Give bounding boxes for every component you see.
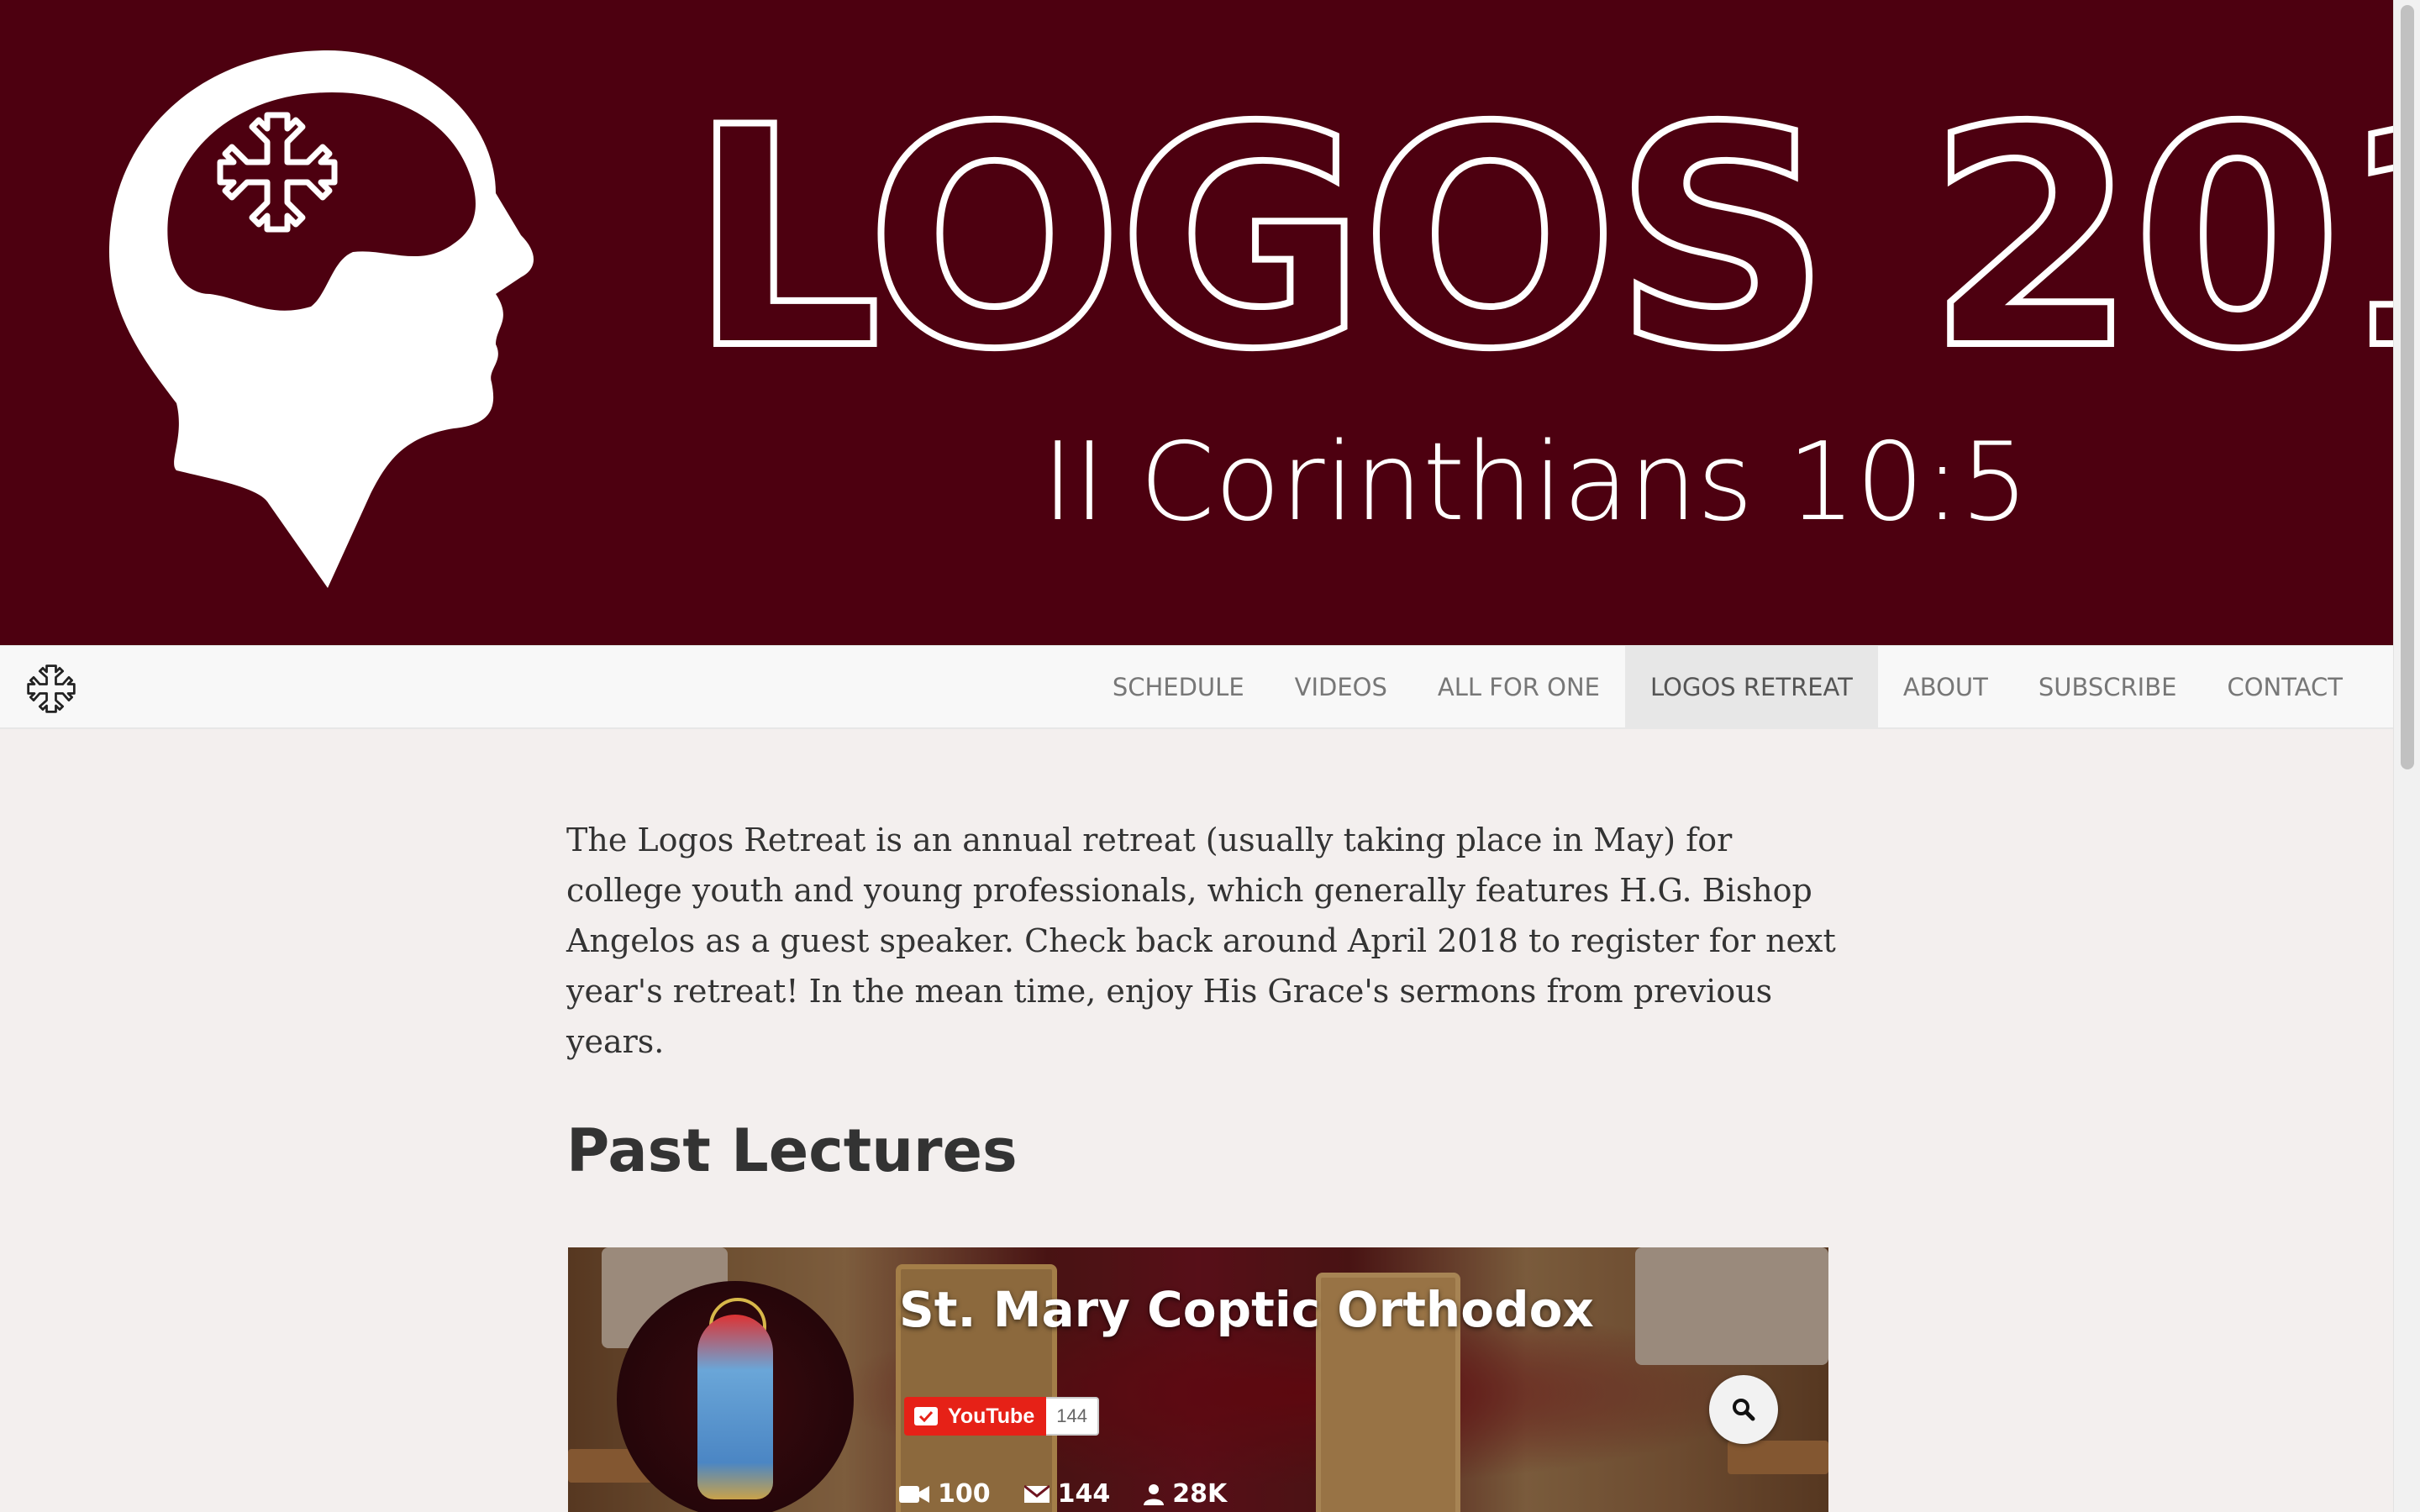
youtube-subscribe-button[interactable]: YouTube 144 [904,1397,1099,1436]
check-icon [914,1407,938,1425]
stat-subscribers: 144 [1023,1479,1111,1509]
stat-subscribers-count: 144 [1057,1479,1111,1509]
page-scrollbar[interactable] [2393,0,2420,1512]
envelope-icon [1023,1484,1050,1503]
nav-item-all-for-one[interactable]: ALL FOR ONE [1413,646,1625,728]
banner-title: LOGOS 2017 [686,63,2393,415]
nav-item-videos[interactable]: VIDEOS [1270,646,1413,728]
stat-videos: 100 [899,1479,991,1509]
subscriber-count-badge: 144 [1046,1397,1099,1436]
video-camera-icon [899,1485,929,1503]
nav-item-schedule[interactable]: SCHEDULE [1087,646,1270,728]
nav-item-logos-retreat[interactable]: LOGOS RETREAT [1625,646,1878,728]
youtube-label: YouTube [948,1404,1035,1428]
section-title-past-lectures: Past Lectures [566,1116,1018,1185]
channel-avatar[interactable] [617,1281,854,1512]
coptic-cross-icon[interactable] [25,663,77,715]
nav-item-contact[interactable]: CONTACT [2202,646,2368,728]
intro-paragraph: The Logos Retreat is an annual retreat (… [566,822,1836,1060]
youtube-subscribe-label[interactable]: YouTube [904,1397,1047,1436]
nav-item-about[interactable]: ABOUT [1878,646,2013,728]
hero-banner: LOGOS 2017 II Corinthians 10:5 [0,0,2393,645]
channel-stats: 100 144 28K [899,1479,1227,1509]
search-icon [1733,1399,1755,1421]
search-button[interactable] [1709,1375,1778,1444]
top-navbar: SCHEDULE VIDEOS ALL FOR ONE LOGOS RETREA… [0,645,2393,729]
nav-menu: SCHEDULE VIDEOS ALL FOR ONE LOGOS RETREA… [1087,646,2368,728]
scrollbar-thumb[interactable] [2401,5,2414,769]
channel-name[interactable]: St. Mary Coptic Orthodox [899,1281,1594,1338]
nav-item-subscribe[interactable]: SUBSCRIBE [2013,646,2202,728]
stat-videos-count: 100 [938,1479,991,1509]
avatar-figure [697,1315,773,1499]
user-icon [1144,1483,1165,1505]
stat-views: 28K [1144,1479,1227,1509]
stat-views-count: 28K [1172,1479,1228,1509]
youtube-channel-card[interactable]: St. Mary Coptic Orthodox YouTube 144 100… [568,1247,1828,1512]
head-with-cross-icon [109,50,534,588]
banner-subtitle: II Corinthians 10:5 [1042,420,2029,545]
